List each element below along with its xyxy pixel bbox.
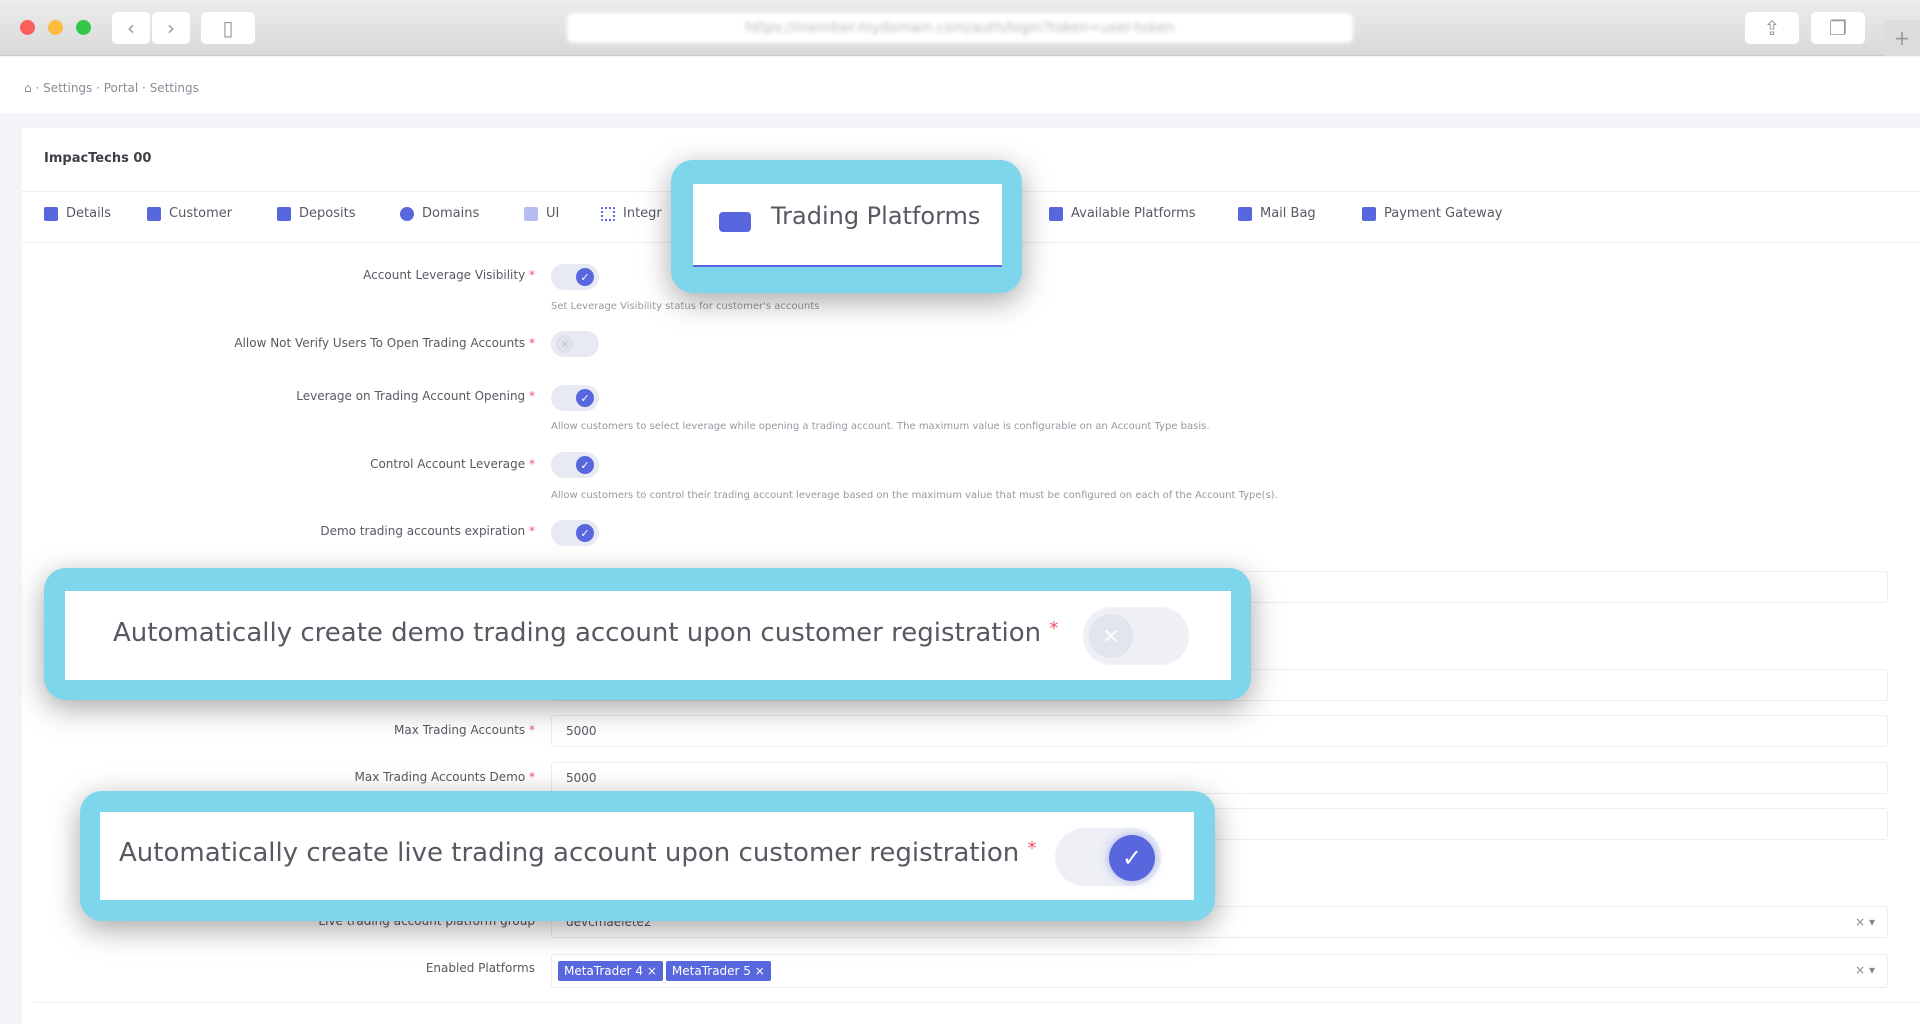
maximize-window-button[interactable] [76, 20, 91, 35]
tab-label: Mail Bag [1260, 206, 1316, 221]
server-icon [719, 212, 751, 232]
new-tab-button[interactable]: + [1884, 20, 1920, 56]
breadcrumb-item[interactable]: Settings [150, 81, 199, 95]
breadcrumb-bar [0, 57, 1920, 113]
help-text: Set Leverage Visibility status for custo… [551, 301, 820, 312]
tab-trading-platforms[interactable]: Trading Platforms [693, 184, 1002, 267]
integrations-icon [601, 206, 615, 221]
close-window-button[interactable] [20, 20, 35, 35]
platform-chip[interactable]: MetaTrader 5 × [665, 961, 771, 981]
tab-label: Domains [422, 206, 480, 221]
field-label: Leverage on Trading Account Opening * [296, 389, 535, 403]
details-icon [44, 206, 58, 221]
gamepad-icon [1362, 206, 1376, 221]
demo-account-callout: Automatically create demo trading accoun… [44, 568, 1251, 700]
card-title: ImpacTechs 00 [44, 151, 152, 166]
tab-label: Trading Platforms [771, 202, 981, 230]
address-bar[interactable]: https://member.mydomain.com/auth/login?t… [567, 13, 1353, 43]
tab-domains[interactable]: Domains [400, 206, 479, 221]
field-label: Max Trading Accounts * [394, 723, 535, 737]
clear-icon[interactable]: × [1855, 915, 1865, 929]
tab-deposits[interactable]: Deposits [277, 206, 355, 221]
divider [34, 1002, 1920, 1003]
max-trading-accounts-input[interactable]: 5000 [551, 715, 1888, 747]
tab-label: Deposits [299, 206, 356, 221]
check-icon: ✓ [576, 389, 594, 407]
minimize-window-button[interactable] [48, 20, 63, 35]
tab-integrations[interactable]: Integr [601, 206, 662, 221]
tab-details[interactable]: Details [44, 206, 111, 221]
chevron-down-icon[interactable]: ▾ [1869, 963, 1875, 977]
tab-label: Available Platforms [1071, 206, 1196, 221]
tab-label: Details [66, 206, 112, 221]
field-label: Control Account Leverage * [370, 457, 535, 471]
field-label: Automatically create demo trading accoun… [113, 618, 1059, 648]
chevron-down-icon[interactable]: ▾ [1869, 915, 1875, 929]
platform-chip[interactable]: MetaTrader 4 × [558, 961, 663, 981]
callout-panel: Automatically create live trading accoun… [100, 812, 1194, 900]
callout-panel: Automatically create demo trading accoun… [65, 591, 1231, 680]
user-icon [147, 206, 161, 221]
allow-not-verify-toggle[interactable]: ✕ [551, 331, 599, 357]
x-icon: ✕ [1089, 614, 1133, 658]
tab-payment-gateway[interactable]: Payment Gateway [1362, 206, 1502, 221]
field-label: Max Trading Accounts Demo * [354, 770, 535, 784]
server-icon [1049, 206, 1063, 221]
sidebar-toggle-icon[interactable]: ▯ [201, 12, 255, 44]
enabled-platforms-select[interactable]: MetaTrader 4 × MetaTrader 5 × × ▾ [551, 954, 1888, 988]
x-icon: ✕ [556, 335, 574, 353]
field-label: Account Leverage Visibility * [363, 268, 535, 282]
help-text: Allow customers to control their trading… [551, 490, 1278, 501]
back-button[interactable]: ‹ [112, 12, 150, 44]
home-icon[interactable]: ⌂ [24, 81, 32, 95]
auto-create-live-toggle[interactable]: ✓ [1055, 828, 1161, 886]
breadcrumb-item[interactable]: Settings [43, 81, 92, 95]
breadcrumb: ⌂ · Settings · Portal · Settings [24, 81, 199, 95]
help-text: Allow customers to select leverage while… [551, 421, 1210, 432]
max-trading-accounts-demo-input[interactable]: 5000 [551, 762, 1888, 794]
field-label: Automatically create live trading accoun… [119, 838, 1037, 868]
account-leverage-visibility-toggle[interactable]: ✓ [551, 264, 599, 290]
check-icon: ✓ [576, 268, 594, 286]
folder-icon [524, 206, 538, 221]
check-icon: ✓ [576, 524, 594, 542]
tab-label: Integr [623, 206, 662, 221]
field-label: Enabled Platforms [425, 961, 535, 975]
tab-label: UI [546, 206, 560, 221]
live-account-callout: Automatically create live trading accoun… [80, 791, 1215, 921]
tab-ui[interactable]: UI [524, 206, 559, 221]
tabs-overview-icon[interactable]: ❐ [1811, 12, 1865, 44]
mail-icon [1238, 206, 1252, 221]
field-label: Demo trading accounts expiration * [320, 524, 535, 538]
browser-toolbar: ‹ › ▯ https://member.mydomain.com/auth/l… [0, 0, 1920, 56]
check-icon: ✓ [1109, 835, 1155, 881]
field-label: Allow Not Verify Users To Open Trading A… [234, 336, 535, 350]
tab-mail-bag[interactable]: Mail Bag [1238, 206, 1316, 221]
demo-expiration-toggle[interactable]: ✓ [551, 520, 599, 546]
tab-label: Customer [169, 206, 233, 221]
tab-customer[interactable]: Customer [147, 206, 232, 221]
leverage-on-opening-toggle[interactable]: ✓ [551, 385, 599, 411]
forward-button[interactable]: › [152, 12, 190, 44]
trading-platforms-callout: Trading Platforms [671, 160, 1022, 293]
download-icon [277, 206, 291, 221]
tab-label: Payment Gateway [1384, 206, 1503, 221]
auto-create-demo-toggle[interactable]: ✕ [1083, 607, 1189, 665]
control-leverage-toggle[interactable]: ✓ [551, 452, 599, 478]
breadcrumb-item[interactable]: Portal [104, 81, 138, 95]
check-icon: ✓ [576, 456, 594, 474]
clear-icon[interactable]: × [1855, 963, 1865, 977]
share-icon[interactable]: ⇪ [1745, 12, 1799, 44]
tab-available-platforms[interactable]: Available Platforms [1049, 206, 1196, 221]
globe-icon [400, 206, 414, 221]
